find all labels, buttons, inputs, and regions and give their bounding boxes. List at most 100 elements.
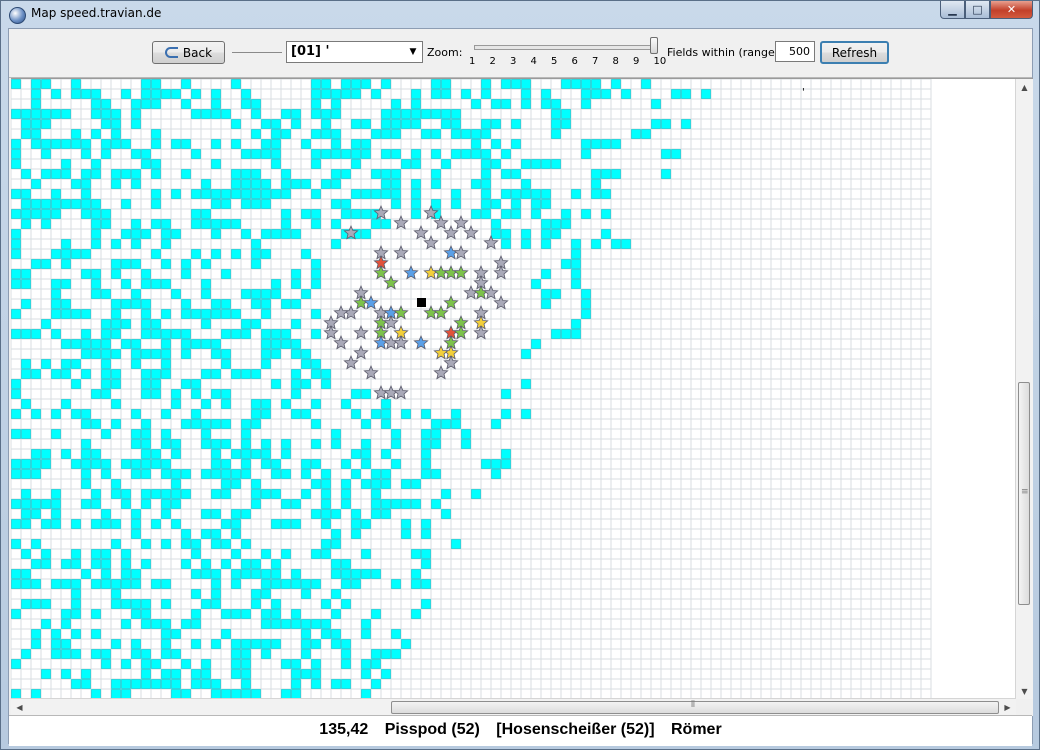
map-tile: [91, 499, 101, 509]
map-tile: [41, 619, 51, 629]
map-tile: [291, 349, 301, 359]
map-tile: [471, 179, 481, 189]
map-tile: [281, 209, 291, 219]
map-tile: [621, 239, 631, 249]
map-tile: [11, 269, 21, 279]
map-tile: [191, 669, 201, 679]
map-tile: [461, 89, 471, 99]
map-tile: [91, 199, 101, 209]
map-tile: [11, 279, 21, 289]
map-tile: [101, 149, 111, 159]
map-tile: [401, 119, 411, 129]
map-tile: [21, 519, 31, 529]
map-tile: [481, 199, 491, 209]
map-tile: [321, 369, 331, 379]
map-tile: [121, 579, 131, 589]
zoom-slider-track[interactable]: [474, 45, 658, 50]
scroll-left-icon[interactable]: ◀: [11, 699, 28, 716]
map-tile: [301, 179, 311, 189]
village-select[interactable]: [01] ' ▼: [286, 41, 423, 63]
horizontal-scrollbar[interactable]: ◀ ⦀ ▶: [11, 698, 1016, 716]
map-tile: [391, 429, 401, 439]
map-tile: [201, 669, 211, 679]
chevron-down-icon[interactable]: ▼: [404, 42, 422, 62]
map-tile: [201, 659, 211, 669]
zoom-slider-thumb[interactable]: [650, 37, 658, 54]
map-tile: [411, 549, 421, 559]
map-tile: [201, 209, 211, 219]
map-tile: [171, 139, 181, 149]
map-tile: [321, 149, 331, 159]
map-tile: [141, 489, 151, 499]
map-tile: [331, 149, 341, 159]
maximize-button[interactable]: □: [965, 1, 990, 19]
map-tile: [111, 239, 121, 249]
map-tile: [141, 419, 151, 429]
map-tile: [161, 359, 171, 369]
map-tile: [281, 579, 291, 589]
map-tile: [241, 169, 251, 179]
map-tile: [411, 179, 421, 189]
map-tile: [321, 479, 331, 489]
map-tile: [161, 229, 171, 239]
map-tile: [131, 359, 141, 369]
refresh-button[interactable]: Refresh: [820, 41, 889, 64]
map-tile: [181, 139, 191, 149]
map-tile: [521, 99, 531, 109]
map-tile: [121, 659, 131, 669]
map-tile: [191, 109, 201, 119]
map-tile: [241, 229, 251, 239]
map-tile: [41, 169, 51, 179]
map-tile: [221, 309, 231, 319]
map-tile: [581, 309, 591, 319]
map-tile: [121, 459, 131, 469]
map-tile: [141, 149, 151, 159]
scroll-corner: [1016, 699, 1033, 716]
map-tile: [371, 509, 381, 519]
map-tile: [311, 639, 321, 649]
map-tile: [231, 509, 241, 519]
client-area: Back [01] ' ▼ Zoom: 1 2 3 4 5 6 7 8 9 10 Fields w…: [8, 28, 1033, 746]
map-viewport[interactable]: ' ▲ ≡ ▼ ◀ ⦀ ▶: [11, 78, 1033, 716]
map-tile: [261, 349, 271, 359]
map-tile: [151, 369, 161, 379]
map-tile: [71, 139, 81, 149]
map-tile: [331, 559, 341, 569]
map-tile: [11, 389, 21, 399]
vertical-scrollbar[interactable]: ▲ ≡ ▼: [1015, 79, 1033, 700]
map-tile: [251, 419, 261, 429]
map-tile: [61, 309, 71, 319]
map-tile: [41, 669, 51, 679]
range-input[interactable]: 500: [775, 41, 815, 62]
map-tile: [391, 109, 401, 119]
map-tile: [171, 649, 181, 659]
minimize-button[interactable]: ▁: [940, 1, 965, 19]
map-tile: [361, 389, 371, 399]
map-tile: [601, 209, 611, 219]
horizontal-scroll-thumb[interactable]: [391, 701, 999, 714]
map-tile: [321, 549, 331, 559]
map-tile: [11, 459, 21, 469]
scroll-down-icon[interactable]: ▼: [1016, 683, 1033, 700]
map-tile: [51, 509, 61, 519]
map-canvas[interactable]: ': [11, 79, 1016, 699]
map-tile: [71, 89, 81, 99]
map-tile: [241, 89, 251, 99]
map-tile: [131, 289, 141, 299]
map-tile: [171, 449, 181, 459]
map-tile: [281, 549, 291, 559]
map-tile: [21, 109, 31, 119]
map-tile: [451, 189, 461, 199]
map-tile: [341, 659, 351, 669]
map-tile: [521, 409, 531, 419]
scroll-up-icon[interactable]: ▲: [1016, 79, 1033, 96]
map-tile: [371, 129, 381, 139]
map-tile: [361, 519, 371, 529]
back-button[interactable]: Back: [152, 41, 225, 64]
close-button[interactable]: ✕: [990, 1, 1033, 19]
map-tile: [21, 489, 31, 499]
scroll-right-icon[interactable]: ▶: [999, 699, 1016, 716]
map-tile: [301, 249, 311, 259]
map-tile: [341, 579, 351, 589]
map-tile: [271, 379, 281, 389]
